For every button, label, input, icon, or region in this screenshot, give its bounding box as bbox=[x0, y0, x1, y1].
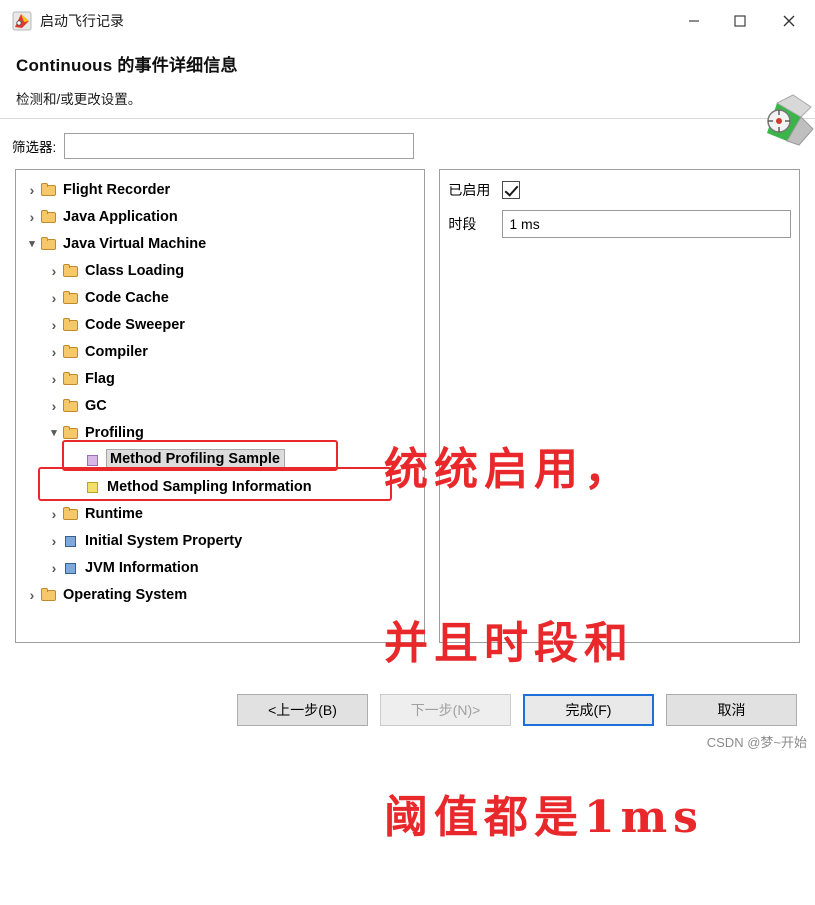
period-input[interactable] bbox=[502, 210, 791, 238]
folder-icon bbox=[62, 317, 80, 333]
yellow-square-icon bbox=[84, 479, 102, 495]
filter-input[interactable] bbox=[64, 133, 415, 159]
page-subtitle: 检测和/或更改设置。 bbox=[16, 92, 142, 107]
folder-icon bbox=[40, 587, 58, 603]
folder-icon bbox=[62, 398, 80, 414]
cancel-button[interactable]: 取消 bbox=[666, 694, 797, 726]
tree-item[interactable]: Runtime bbox=[16, 500, 424, 527]
title-bar: 启动飞行记录 bbox=[0, 0, 815, 43]
tree-item[interactable]: JVM Information bbox=[16, 554, 424, 581]
folder-icon bbox=[62, 425, 80, 441]
folder-icon bbox=[62, 290, 80, 306]
tree-item[interactable]: Method Sampling Information bbox=[16, 473, 424, 500]
chevron-right-icon[interactable] bbox=[24, 209, 40, 225]
chevron-right-icon[interactable] bbox=[24, 182, 40, 198]
main-panes: Flight Recorder Java Application Java Virt… bbox=[0, 169, 815, 643]
maximize-button[interactable] bbox=[717, 0, 763, 42]
tree-item-label: Class Loading bbox=[85, 262, 185, 279]
chevron-right-icon[interactable] bbox=[46, 560, 62, 576]
flight-recorder-icon bbox=[12, 11, 32, 31]
tree-item-label: Java Application bbox=[63, 208, 178, 225]
tree-item-label: Profiling bbox=[85, 424, 144, 441]
event-tree[interactable]: Flight Recorder Java Application Java Virt… bbox=[15, 169, 426, 643]
folder-icon bbox=[40, 209, 58, 225]
enabled-checkbox[interactable] bbox=[502, 181, 521, 199]
tree-item[interactable]: Code Cache bbox=[16, 284, 424, 311]
tree-item-label: Operating System bbox=[63, 586, 188, 603]
tree-item-label: Method Profiling Sample bbox=[106, 449, 285, 470]
next-button: 下一步(N)> bbox=[380, 694, 511, 726]
chevron-right-icon[interactable] bbox=[46, 290, 62, 306]
watermark: CSDN @梦~开始 bbox=[706, 735, 807, 750]
blue-square-icon bbox=[62, 533, 80, 549]
enabled-label: 已启用 bbox=[448, 182, 491, 198]
tree-item[interactable]: Initial System Property bbox=[16, 527, 424, 554]
chevron-down-icon[interactable] bbox=[24, 237, 40, 250]
flight-recorder-banner-icon bbox=[731, 89, 815, 149]
tree-item-label: Code Sweeper bbox=[85, 316, 185, 333]
tree-item-label: Flight Recorder bbox=[63, 181, 171, 198]
tree-item[interactable]: Java Application bbox=[16, 203, 424, 230]
enabled-row: 已启用 bbox=[448, 180, 791, 200]
chevron-right-icon[interactable] bbox=[46, 317, 62, 333]
folder-icon bbox=[40, 182, 58, 198]
chevron-right-icon[interactable] bbox=[46, 533, 62, 549]
tree-item[interactable]: Code Sweeper bbox=[16, 311, 424, 338]
dialog-footer: <上一步(B) 下一步(N)> 完成(F) 取消 bbox=[0, 686, 815, 734]
tree-item-label: Method Sampling Information bbox=[107, 478, 312, 495]
chevron-right-icon[interactable] bbox=[46, 371, 62, 387]
filter-row: 筛选器: bbox=[0, 119, 815, 169]
chevron-right-icon[interactable] bbox=[46, 344, 62, 360]
tree-item[interactable]: Method Profiling Sample bbox=[16, 446, 424, 473]
close-button[interactable] bbox=[763, 0, 815, 42]
tree-item-label: Flag bbox=[85, 370, 115, 387]
tree-item-label: GC bbox=[85, 397, 107, 414]
page-title: Continuous 的事件详细信息 bbox=[16, 56, 238, 75]
tree-item[interactable]: GC bbox=[16, 392, 424, 419]
window-controls bbox=[671, 0, 815, 42]
folder-icon bbox=[62, 371, 80, 387]
folder-icon bbox=[40, 236, 58, 252]
properties-pane: 已启用 时段 bbox=[439, 169, 800, 643]
tree-item[interactable]: Operating System bbox=[16, 581, 424, 608]
tree-item[interactable]: Flag bbox=[16, 365, 424, 392]
chevron-right-icon[interactable] bbox=[46, 263, 62, 279]
tree-item-label: Java Virtual Machine bbox=[63, 235, 207, 252]
tree-item[interactable]: Class Loading bbox=[16, 257, 424, 284]
window-title: 启动飞行记录 bbox=[40, 13, 124, 29]
tree-item[interactable]: Profiling bbox=[16, 419, 424, 446]
chevron-right-icon[interactable] bbox=[46, 506, 62, 522]
filter-label: 筛选器: bbox=[12, 140, 57, 155]
folder-icon bbox=[62, 263, 80, 279]
chevron-down-icon[interactable] bbox=[46, 426, 62, 439]
period-label: 时段 bbox=[448, 216, 477, 232]
folder-icon bbox=[62, 506, 80, 522]
dialog-header: Continuous 的事件详细信息 检测和/或更改设置。 bbox=[0, 43, 815, 146]
chevron-right-icon[interactable] bbox=[24, 587, 40, 603]
tree-item-label: Code Cache bbox=[85, 289, 169, 306]
tree-item[interactable]: Compiler bbox=[16, 338, 424, 365]
back-button[interactable]: <上一步(B) bbox=[237, 694, 368, 726]
tree-item[interactable]: Flight Recorder bbox=[16, 176, 424, 203]
folder-icon bbox=[62, 344, 80, 360]
tree-item[interactable]: Java Virtual Machine bbox=[16, 230, 424, 257]
tree-item-label: Compiler bbox=[85, 343, 148, 360]
tree-item-label: JVM Information bbox=[85, 559, 199, 576]
annotation-line-3: 阈值都是1ms bbox=[384, 792, 704, 843]
purple-square-icon bbox=[84, 452, 102, 468]
finish-button[interactable]: 完成(F) bbox=[523, 694, 654, 726]
chevron-right-icon[interactable] bbox=[46, 398, 62, 414]
tree-item-label: Runtime bbox=[85, 505, 143, 522]
blue-square-icon bbox=[62, 560, 80, 576]
minimize-button[interactable] bbox=[671, 0, 717, 42]
tree-item-label: Initial System Property bbox=[85, 532, 243, 549]
period-row: 时段 bbox=[448, 210, 791, 238]
